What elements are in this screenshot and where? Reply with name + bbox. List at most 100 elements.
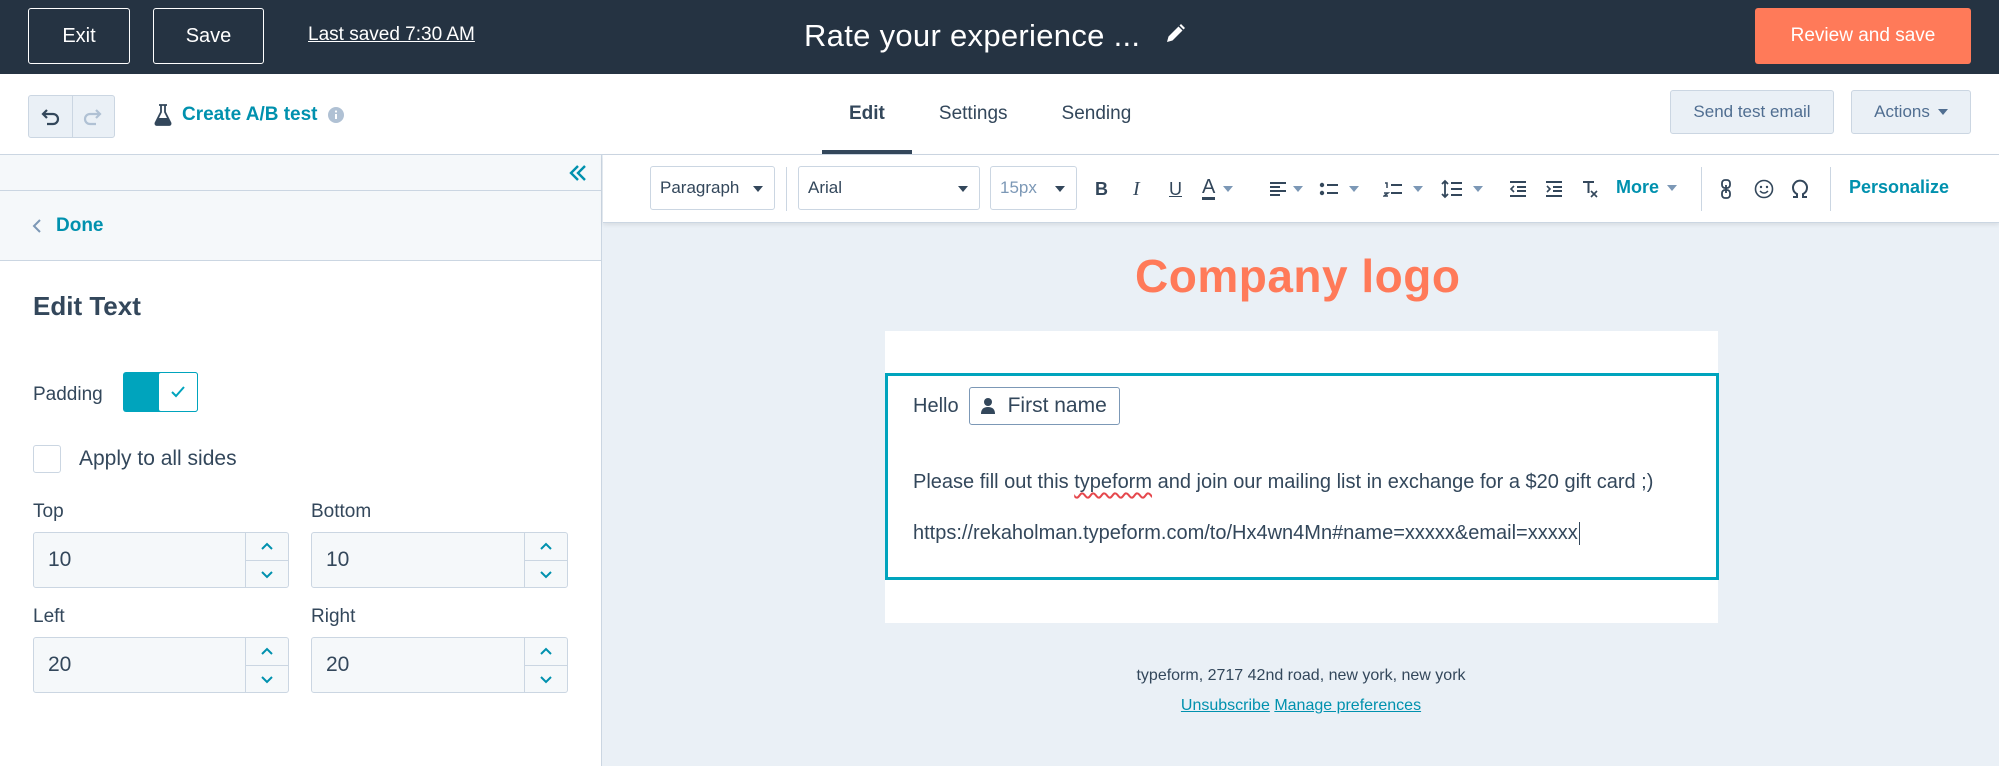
indent-icon[interactable]	[1545, 177, 1563, 201]
font-size-dropdown[interactable]: 15px	[990, 166, 1077, 210]
italic-icon[interactable]: I	[1133, 177, 1140, 201]
more-dropdown[interactable]: More	[1616, 177, 1678, 198]
top-input-group	[33, 532, 289, 588]
caret-down-icon	[1473, 186, 1483, 192]
bottom-increment[interactable]	[525, 533, 567, 560]
body-text-start: Please fill out this	[913, 471, 1075, 493]
indent-glyph	[1546, 181, 1562, 197]
more-label: More	[1616, 177, 1660, 197]
right-input-group	[311, 637, 568, 693]
pencil-icon[interactable]	[1164, 23, 1186, 45]
toolbar-divider	[1701, 167, 1702, 211]
apply-all-sides-row: Apply to all sides	[33, 445, 237, 473]
undo-icon	[41, 108, 60, 125]
manage-preferences-link[interactable]: Manage preferences	[1274, 697, 1421, 714]
right-increment[interactable]	[525, 638, 567, 665]
unsubscribe-link[interactable]: Unsubscribe	[1181, 697, 1270, 714]
email-title[interactable]: Rate your experience ...	[804, 18, 1140, 54]
text-color-icon[interactable]: A	[1202, 176, 1234, 201]
bottom-decrement[interactable]	[525, 560, 567, 587]
tab-settings[interactable]: Settings	[912, 74, 1035, 154]
redo-icon	[84, 108, 102, 125]
text-color-glyph: A	[1202, 176, 1216, 200]
undo-button[interactable]	[29, 96, 72, 137]
caret-down-icon	[958, 186, 968, 192]
font-family-dropdown[interactable]: Arial	[798, 166, 980, 210]
info-icon[interactable]	[327, 107, 344, 123]
chevron-down-icon	[540, 570, 552, 578]
apply-all-sides-label: Apply to all sides	[79, 447, 237, 470]
link-icon[interactable]	[1720, 177, 1732, 201]
left-decrement[interactable]	[246, 665, 288, 692]
bottom-stepper	[524, 533, 567, 587]
personalize-button[interactable]: Personalize	[1849, 177, 1949, 198]
chevron-down-icon	[261, 570, 273, 578]
top-increment[interactable]	[246, 533, 288, 560]
misspelled-word: typeform	[1074, 471, 1153, 493]
numbered-list-icon[interactable]	[1383, 177, 1423, 201]
link-glyph	[1721, 179, 1731, 199]
tab-edit[interactable]: Edit	[822, 74, 912, 154]
survey-url-text[interactable]: https://rekaholman.typeform.com/to/Hx4wn…	[913, 522, 1580, 545]
top-decrement[interactable]	[246, 560, 288, 587]
first-name-token[interactable]: First name	[968, 387, 1120, 425]
last-saved-link[interactable]: Last saved 7:30 AM	[308, 24, 475, 46]
section-title: Edit Text	[33, 291, 141, 321]
redo-button[interactable]	[71, 96, 115, 137]
top-bar: Exit Save Last saved 7:30 AM Rate your e…	[0, 0, 1999, 74]
special-character-icon[interactable]	[1790, 177, 1810, 201]
double-chevron-left-icon[interactable]	[567, 162, 589, 184]
apply-all-sides-checkbox[interactable]	[33, 445, 61, 473]
padding-toggle[interactable]	[123, 372, 198, 412]
actions-label: Actions	[1874, 102, 1930, 121]
bottom-label: Bottom	[311, 501, 372, 522]
left-panel: Done Edit Text Padding Apply to all side…	[0, 155, 602, 766]
font-family-value: Arial	[808, 178, 843, 197]
clear-formatting-icon[interactable]	[1581, 177, 1599, 201]
review-and-save-button[interactable]: Review and save	[1755, 8, 1971, 64]
underline-icon[interactable]: U	[1169, 177, 1182, 201]
body-text-end: and join our mailing list in exchange fo…	[1152, 471, 1654, 493]
bold-icon[interactable]: B	[1095, 177, 1108, 201]
editor-tabs: Edit Settings Sending	[822, 74, 1158, 154]
email-editor: Paragraph Arial 15px B I U A More Person…	[603, 155, 1999, 766]
top-label: Top	[33, 501, 64, 522]
caret-down-icon	[1349, 186, 1359, 192]
outdent-icon[interactable]	[1509, 177, 1527, 201]
align-icon[interactable]	[1269, 177, 1303, 201]
bullet-list-icon[interactable]	[1319, 177, 1359, 201]
create-ab-test-button[interactable]: Create A/B test	[154, 104, 344, 126]
send-test-email-button[interactable]: Send test email	[1670, 90, 1834, 134]
body-paragraph[interactable]: Please fill out this typeform and join o…	[913, 471, 1653, 494]
left-input[interactable]	[34, 638, 244, 692]
chevron-up-icon	[540, 647, 552, 655]
left-input-group	[33, 637, 289, 693]
create-ab-test-label: Create A/B test	[182, 104, 318, 125]
paragraph-style-dropdown[interactable]: Paragraph	[650, 166, 775, 210]
first-name-token-label: First name	[1007, 394, 1107, 417]
line-height-icon[interactable]	[1441, 177, 1483, 201]
bullet-list-glyph	[1319, 182, 1338, 196]
company-logo[interactable]: Company logo	[1135, 249, 1460, 303]
chevron-up-icon	[261, 647, 273, 655]
chevron-up-icon	[261, 542, 273, 550]
toolbar-divider	[786, 167, 787, 211]
top-input[interactable]	[34, 533, 244, 587]
done-button[interactable]: Done	[0, 191, 601, 261]
right-input[interactable]	[312, 638, 522, 692]
done-label: Done	[56, 214, 104, 236]
undo-redo-group	[28, 95, 115, 138]
bottom-input[interactable]	[312, 533, 522, 587]
top-stepper	[245, 533, 288, 587]
emoji-icon[interactable]	[1754, 177, 1774, 201]
numbered-list-glyph	[1383, 182, 1402, 197]
save-button[interactable]: Save	[153, 8, 264, 64]
selected-text-module[interactable]: Hello First name Please fill out this ty…	[885, 373, 1719, 580]
outdent-glyph	[1509, 181, 1526, 197]
left-increment[interactable]	[246, 638, 288, 665]
right-decrement[interactable]	[525, 665, 567, 692]
actions-dropdown[interactable]: Actions	[1851, 90, 1971, 134]
exit-button[interactable]: Exit	[28, 8, 130, 64]
tab-sending[interactable]: Sending	[1035, 74, 1159, 154]
caret-down-icon	[1293, 186, 1303, 192]
